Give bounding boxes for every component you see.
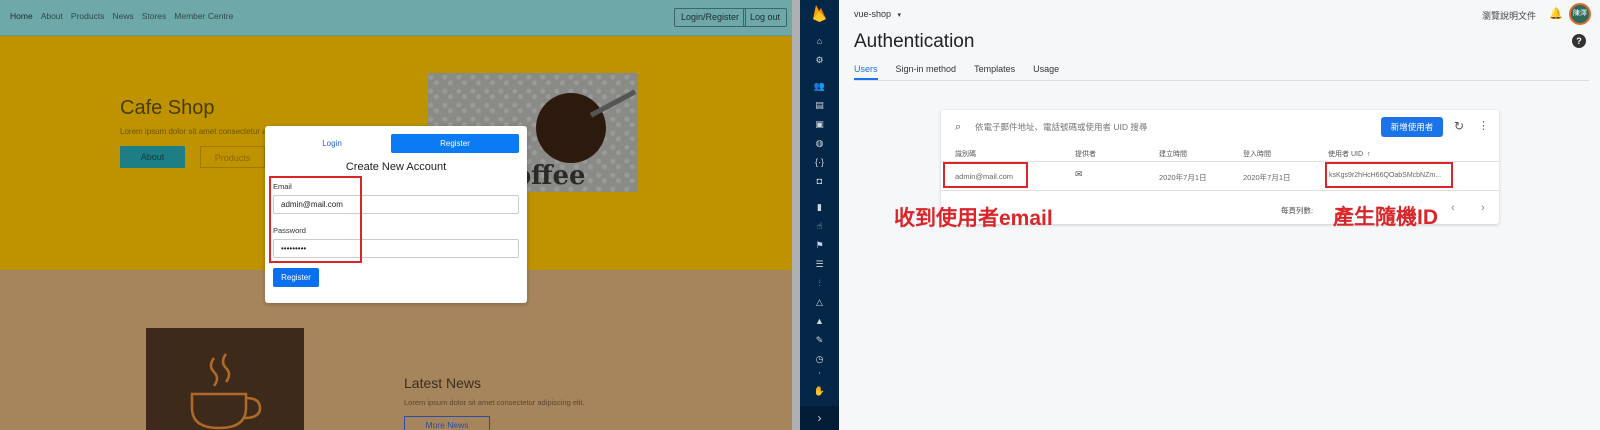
docs-link[interactable]: 瀏覽說明文件: [1482, 9, 1536, 22]
register-button[interactable]: Register: [273, 268, 319, 287]
expand-nav-button[interactable]: ›: [800, 406, 839, 430]
cafe-shop-window: Home About Products News Stores Member C…: [0, 0, 800, 430]
auth-tabs: Users Sign-in method Templates Usage: [854, 64, 1059, 80]
more-vert-icon[interactable]: ⋮: [1478, 119, 1489, 132]
highlight-box-credentials: [269, 176, 362, 263]
row-divider: [941, 190, 1499, 191]
tab-sign-in-method[interactable]: Sign-in method: [896, 64, 957, 80]
nav-link-home[interactable]: Home: [10, 11, 33, 21]
refresh-icon[interactable]: ↻: [1454, 119, 1464, 133]
header-signed-in[interactable]: 登入時間: [1243, 149, 1271, 159]
register-modal: Login Register Create New Account Email …: [265, 126, 527, 303]
project-name: vue-shop: [854, 9, 892, 19]
header-identifier[interactable]: 識別碼: [955, 149, 976, 159]
firebase-logo-icon: [813, 5, 826, 22]
search-input[interactable]: [975, 122, 1335, 132]
page-title: Authentication: [854, 31, 975, 52]
hero-title: Cafe Shop: [120, 97, 215, 119]
rows-per-page-label: 每頁列數:: [1281, 206, 1314, 215]
avatar[interactable]: 陳澤: [1569, 3, 1591, 25]
firebase-nav-rail: ⌂ ⚙ 👥 ▤ ▣ ◍ {·} ◘ ▮ ☝ ⚑ ☰ ⫶ △ ▲ ✎ ◷ ⋅ ✋ …: [800, 0, 839, 430]
coffee-cup-icon: [190, 353, 262, 430]
header-uid[interactable]: 使用者 UID ↑: [1328, 149, 1370, 159]
nav-link-stores[interactable]: Stores: [142, 11, 167, 21]
home-icon[interactable]: ⌂: [800, 34, 839, 48]
logout-button[interactable]: Log out: [743, 8, 788, 27]
user-created: 2020年7月1日: [1159, 173, 1207, 182]
gear-icon[interactable]: ⚙: [800, 53, 839, 67]
news-title: Latest News: [404, 375, 482, 391]
firebase-console: vue-shop ▾ 瀏覽說明文件 🔔 陳澤 Authentication ? …: [839, 0, 1600, 430]
nav-link-about[interactable]: About: [41, 11, 63, 21]
predictions-icon[interactable]: ☝: [800, 219, 839, 233]
puzzle-icon[interactable]: ✋: [800, 384, 839, 398]
rocket-icon[interactable]: ▲: [800, 314, 839, 328]
dev-icon[interactable]: ✎: [800, 333, 839, 347]
news-text: Lorem ipsum dolor sit amet consectetur a…: [404, 398, 585, 407]
sort-arrow-icon: ↑: [1366, 151, 1371, 158]
modal-title: Create New Account: [345, 161, 447, 173]
hosting-icon[interactable]: ◍: [800, 136, 839, 150]
coffee-cup-image: [146, 328, 304, 430]
search-icon: ⌕: [955, 121, 962, 133]
highlight-box-email: [943, 162, 1028, 188]
coffee-scoop: [536, 93, 606, 163]
ml-icon[interactable]: ◘: [800, 174, 839, 188]
annotation-email: 收到使用者email: [894, 207, 1053, 230]
shapes-icon[interactable]: △: [800, 295, 839, 309]
users-icon[interactable]: 👥: [800, 79, 839, 93]
site-navbar: Home About Products News Stores Member C…: [0, 0, 792, 36]
login-register-button[interactable]: Login/Register: [674, 8, 747, 27]
functions-icon[interactable]: {·}: [800, 155, 839, 169]
tab-users[interactable]: Users: [854, 64, 878, 80]
more-news-button[interactable]: More News: [404, 416, 490, 430]
extension-icon[interactable]: ⋅: [800, 366, 839, 380]
prev-page-icon[interactable]: ‹: [1451, 202, 1455, 214]
next-page-icon[interactable]: ›: [1481, 202, 1485, 214]
tab-templates[interactable]: Templates: [974, 64, 1015, 80]
email-provider-icon: ✉: [1075, 169, 1083, 179]
header-uid-label: 使用者 UID: [1328, 151, 1363, 158]
help-icon[interactable]: ?: [1572, 34, 1586, 48]
nav-link-products[interactable]: Products: [71, 11, 105, 21]
about-button[interactable]: About: [120, 146, 185, 168]
tab-usage[interactable]: Usage: [1033, 64, 1059, 80]
analytics-icon[interactable]: ▮: [800, 200, 839, 214]
annotation-uid: 產生隨機ID: [1333, 206, 1438, 229]
header-provider[interactable]: 提供者: [1075, 149, 1096, 159]
nav-links: Home About Products News Stores Member C…: [10, 11, 233, 21]
database-icon[interactable]: ▤: [800, 98, 839, 112]
clock-icon[interactable]: ◷: [800, 352, 839, 366]
chevron-down-icon: ▾: [897, 12, 902, 19]
products-button[interactable]: Products: [200, 146, 265, 168]
project-selector[interactable]: vue-shop ▾: [854, 9, 901, 19]
storage-icon[interactable]: ▣: [800, 117, 839, 131]
tab-divider: [854, 80, 1589, 81]
hero-text: Lorem ipsum dolor sit amet consectetur a…: [120, 127, 272, 136]
add-user-button[interactable]: 新增使用者: [1381, 117, 1443, 137]
user-signed-in: 2020年7月1日: [1243, 173, 1291, 182]
page-scrollbar[interactable]: [792, 0, 800, 430]
nav-link-member-centre[interactable]: Member Centre: [174, 11, 233, 21]
header-created[interactable]: 建立時間: [1159, 149, 1187, 159]
tab-login[interactable]: Login: [273, 134, 391, 153]
flag-icon[interactable]: ⚑: [800, 238, 839, 252]
tab-register[interactable]: Register: [391, 134, 519, 153]
funnel-icon[interactable]: ⫶: [800, 276, 839, 290]
user-list-icon[interactable]: ☰: [800, 257, 839, 271]
highlight-box-uid: [1325, 162, 1453, 188]
nav-link-news[interactable]: News: [112, 11, 133, 21]
bell-icon[interactable]: 🔔: [1549, 7, 1563, 20]
